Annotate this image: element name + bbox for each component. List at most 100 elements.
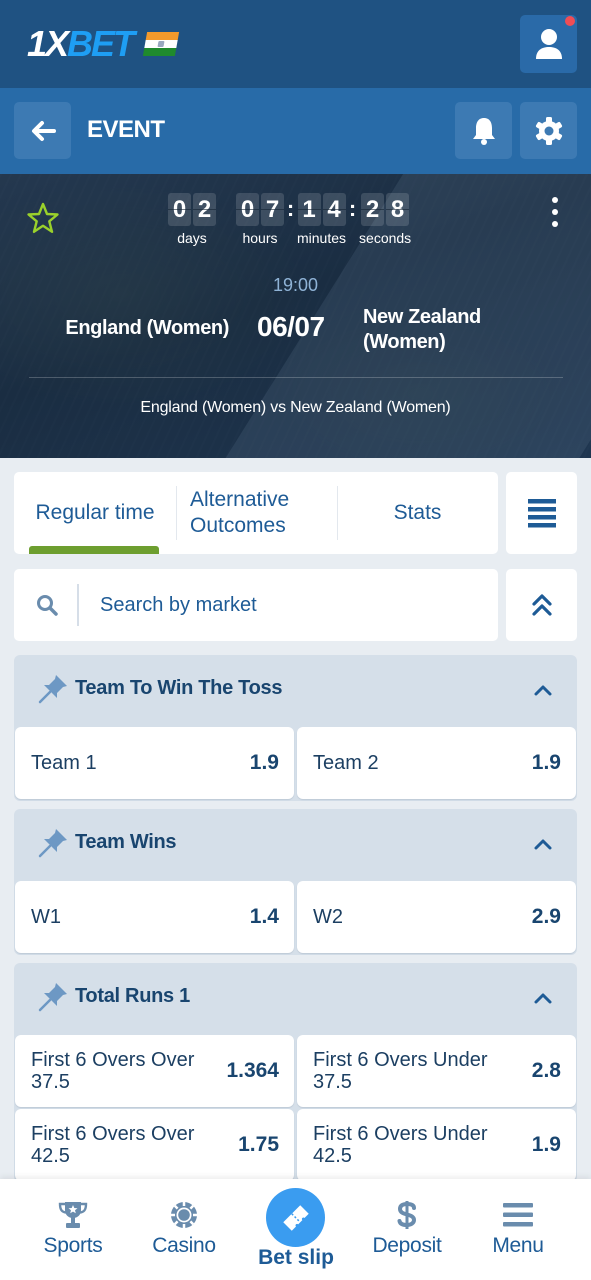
- odds-grid: First 6 Overs Over 37.5 1.364 First 6 Ov…: [14, 1035, 577, 1183]
- nav-label: Sports: [43, 1234, 103, 1257]
- odds-button[interactable]: W1 1.4: [15, 881, 294, 953]
- countdown-separator: :: [348, 196, 357, 221]
- countdown-label-hours: hours: [242, 230, 278, 246]
- dollar-icon: [397, 1201, 417, 1229]
- outcome-label: W2: [313, 906, 343, 928]
- list-menu-icon: [527, 499, 556, 528]
- chevron-up-icon: [534, 685, 552, 696]
- nav-casino[interactable]: Casino: [129, 1179, 239, 1280]
- nav-deposit[interactable]: Deposit: [352, 1179, 462, 1280]
- nav-label: Bet slip: [258, 1246, 334, 1269]
- outcome-label: Team 1: [31, 752, 97, 774]
- brand-logo[interactable]: 1X BET: [27, 26, 180, 62]
- outcome-label: First 6 Overs Under 42.5: [313, 1123, 488, 1167]
- top-header: 1X BET: [0, 0, 591, 88]
- double-chevron-up-icon: [531, 594, 552, 616]
- match-time: 19:00: [272, 275, 319, 295]
- odds-button[interactable]: First 6 Overs Under 42.5 1.9: [297, 1109, 576, 1181]
- markets-menu-button[interactable]: [506, 472, 577, 554]
- tab-divider: [337, 486, 338, 540]
- tab-label: Regular time: [35, 501, 155, 524]
- bottom-navigation: Sports Casino Bet slip Deposit Menu: [0, 1179, 591, 1280]
- back-button[interactable]: [14, 102, 71, 159]
- tab-label: Alternative Outcomes: [190, 488, 290, 537]
- market-header[interactable]: Team To Win The Toss: [14, 655, 577, 727]
- tab-alternative-outcomes[interactable]: Alternative Outcomes: [176, 472, 337, 554]
- tab-stats[interactable]: Stats: [337, 472, 498, 554]
- tab-divider: [176, 486, 177, 540]
- nav-label: Menu: [492, 1234, 544, 1257]
- countdown-label-minutes: minutes: [297, 230, 347, 246]
- trophy-icon: [58, 1202, 88, 1228]
- odds-button[interactable]: First 6 Overs Under 37.5 2.8: [297, 1035, 576, 1107]
- odds-button[interactable]: First 6 Overs Over 37.5 1.364: [15, 1035, 294, 1107]
- tab-label: Stats: [393, 501, 442, 524]
- event-header: EVENT: [0, 88, 591, 174]
- event-hero: 0 2 days 0 7 hours : 1 4 minutes: 2 8 s…: [0, 174, 591, 458]
- countdown-digit: 4: [322, 193, 346, 226]
- market-header[interactable]: Total Runs 1: [14, 963, 577, 1035]
- odds-button[interactable]: Team 2 1.9: [297, 727, 576, 799]
- nav-sports[interactable]: Sports: [18, 1179, 128, 1280]
- pin-icon[interactable]: [36, 672, 70, 706]
- countdown-minutes: 1 4 minutes: [297, 193, 346, 246]
- market-search: [14, 569, 498, 641]
- hamburger-icon: [503, 1203, 533, 1227]
- team-away: New Zealand (Women): [363, 306, 481, 353]
- search-divider: [77, 584, 79, 626]
- divider: [29, 377, 563, 378]
- odds-button[interactable]: First 6 Overs Over 42.5 1.75: [15, 1109, 294, 1181]
- countdown-digit: 7: [261, 193, 284, 226]
- odds-button[interactable]: Team 1 1.9: [15, 727, 294, 799]
- ticket-icon: [282, 1204, 309, 1231]
- tab-regular-time[interactable]: Regular time: [14, 472, 176, 554]
- star-outline-icon: [27, 202, 59, 233]
- outcome-label: First 6 Overs Under 37.5: [313, 1049, 488, 1093]
- odds-grid: W1 1.4 W2 2.9: [14, 881, 577, 955]
- market-team-to-win-toss: Team To Win The Toss Team 1 1.9 Team 2 1…: [14, 655, 577, 801]
- nav-menu[interactable]: Menu: [463, 1179, 573, 1280]
- countdown-separator: :: [286, 196, 295, 221]
- chevron-up-icon: [534, 993, 552, 1004]
- user-icon: [535, 29, 562, 59]
- kebab-menu-icon-dot: [552, 197, 558, 203]
- bet-slip-button[interactable]: [266, 1188, 325, 1247]
- market-total-runs-1: Total Runs 1 First 6 Overs Over 37.5 1.3…: [14, 963, 577, 1183]
- notification-dot: [565, 16, 575, 26]
- countdown-digit: 2: [361, 193, 385, 226]
- market-title: Team To Win The Toss: [75, 677, 283, 699]
- casino-chip-icon: [171, 1202, 197, 1228]
- outcome-label: First 6 Overs Over 37.5: [31, 1049, 195, 1093]
- settings-button[interactable]: [520, 102, 577, 159]
- outcome-odds: 1.364: [226, 1059, 279, 1082]
- countdown-digit: 8: [386, 193, 410, 226]
- arrow-left-icon: [31, 120, 56, 141]
- pin-icon[interactable]: [36, 826, 70, 860]
- outcome-odds: 1.9: [249, 751, 279, 774]
- outcome-odds: 1.75: [238, 1133, 279, 1156]
- countdown-digit: 2: [193, 193, 216, 226]
- outcome-odds: 1.9: [531, 1133, 561, 1156]
- kebab-menu-icon-dot: [552, 209, 558, 215]
- profile-button[interactable]: [520, 15, 577, 73]
- favorite-button[interactable]: [26, 201, 60, 235]
- search-input[interactable]: [100, 587, 480, 623]
- countdown-digit: 1: [297, 193, 321, 226]
- odds-grid: Team 1 1.9 Team 2 1.9: [14, 727, 577, 801]
- outcome-odds: 1.4: [249, 905, 279, 928]
- active-tab-indicator: [29, 546, 159, 554]
- search-icon: [37, 595, 58, 616]
- outcome-label: First 6 Overs Over 42.5: [31, 1123, 195, 1167]
- notifications-button[interactable]: [455, 102, 512, 159]
- market-header[interactable]: Team Wins: [14, 809, 577, 881]
- market-team-wins: Team Wins W1 1.4 W2 2.9: [14, 809, 577, 955]
- page-title: EVENT: [87, 116, 165, 143]
- countdown-label-days: days: [177, 230, 207, 246]
- app-root: 1X BET EVENT 0 2 days 0 7 hours: 1 4 mi…: [0, 0, 591, 1280]
- outcome-odds: 2.9: [531, 905, 561, 928]
- collapse-all-button[interactable]: [506, 569, 577, 641]
- pin-icon[interactable]: [36, 980, 70, 1014]
- more-options-button[interactable]: [543, 194, 567, 230]
- match-date: 06/07: [257, 311, 325, 342]
- odds-button[interactable]: W2 2.9: [297, 881, 576, 953]
